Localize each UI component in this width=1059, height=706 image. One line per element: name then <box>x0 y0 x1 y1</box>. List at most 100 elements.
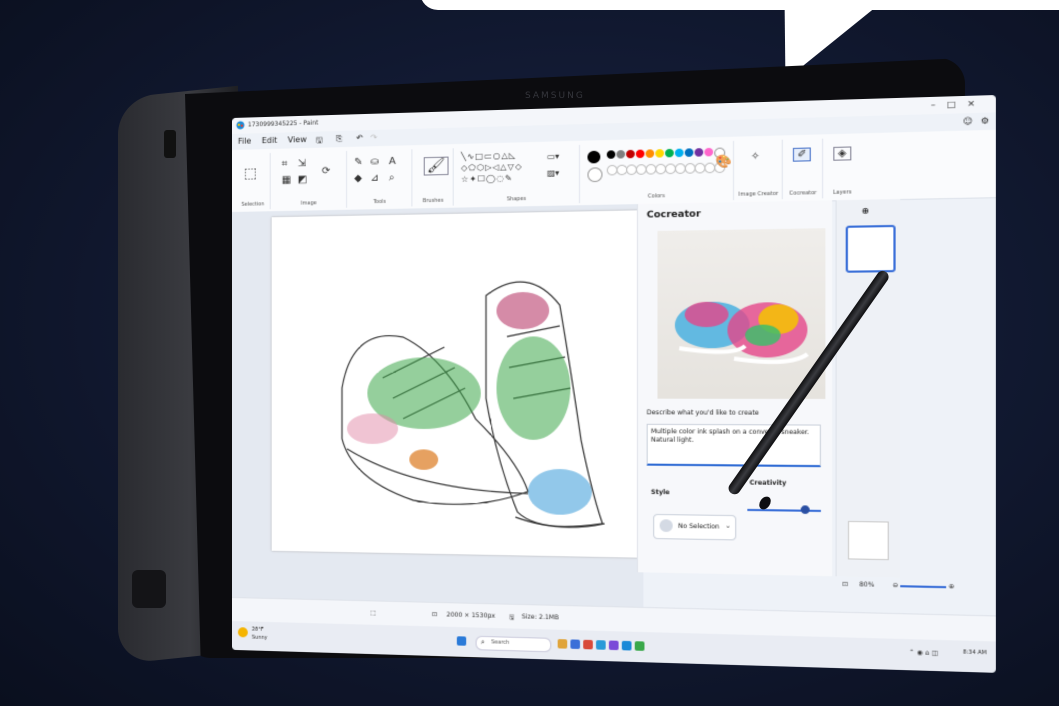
creativity-slider-track[interactable] <box>747 509 821 512</box>
system-tray-icons[interactable]: ⌃ ◉ ⌂ ◫ <box>909 649 938 657</box>
settings-icon[interactable]: ⚙ <box>981 116 989 126</box>
cocreator-icon[interactable]: ✐ <box>793 147 811 161</box>
color-swatch[interactable] <box>616 150 625 159</box>
creativity-slider-thumb[interactable] <box>801 505 810 514</box>
laptop-screen: 1730999345225 - Paint –□✕ File Edit View… <box>232 95 996 673</box>
color-swatch[interactable] <box>685 148 694 157</box>
crop-icon[interactable]: ⌗ <box>282 159 288 170</box>
color-swatch[interactable] <box>675 149 684 158</box>
taskbar-search[interactable]: ⌕ Search <box>476 636 552 653</box>
share-icon[interactable]: ⎘ <box>336 134 342 144</box>
add-layer-icon[interactable]: ⊕ <box>862 206 870 216</box>
file-size-icon: 🖫 <box>509 613 514 623</box>
ribbon-group-layers: ◈ Layers <box>824 138 860 199</box>
undo-icon[interactable]: ↶ <box>356 133 363 142</box>
fill-icon[interactable]: ⛀ <box>370 156 379 167</box>
color-swatch[interactable] <box>626 150 635 159</box>
fit-icon[interactable]: ⊡ <box>842 581 848 589</box>
color-picker-icon[interactable]: ⊿ <box>370 173 379 184</box>
menu-edit[interactable]: Edit <box>262 136 277 145</box>
generated-sneaker-image <box>657 228 825 399</box>
file-explorer-icon[interactable] <box>558 639 568 649</box>
layers-panel: ⊕ <box>836 199 901 578</box>
ribbon-label-shapes: Shapes <box>455 195 579 204</box>
image-creator-icon[interactable]: ✧ <box>751 151 760 163</box>
selection-size-icon: ⬚ <box>370 609 376 616</box>
color-swatch[interactable] <box>695 148 704 157</box>
zoom-controls: ⊡ 80% ⊖ ⊕ <box>842 581 954 591</box>
app-icon[interactable] <box>635 641 645 651</box>
eraser-icon[interactable]: ◆ <box>354 173 362 184</box>
menu-file[interactable]: File <box>238 136 251 145</box>
color-swatch[interactable] <box>665 149 674 158</box>
edit-colors-icon[interactable]: 🎨 <box>715 154 731 169</box>
style-thumb-icon <box>660 519 673 532</box>
shapes-icon[interactable]: ╲∿□▭○△◺ <box>461 151 516 162</box>
ribbon-label-tools: Tools <box>348 198 411 205</box>
chevron-down-icon: ⌄ <box>725 522 731 529</box>
menu-view[interactable]: View <box>288 135 307 145</box>
color-swatch[interactable] <box>636 150 645 159</box>
magnifier-icon[interactable]: ⌕ <box>389 172 395 183</box>
window-title: 1730999345225 - Paint <box>248 119 318 128</box>
style-dropdown[interactable]: No Selection ⌄ <box>653 514 736 541</box>
resize-icon[interactable]: ⇲ <box>298 158 306 169</box>
color-palette <box>581 141 733 145</box>
shapes-row3-icon[interactable]: ☆✦☐◯◌✎ <box>461 174 513 184</box>
color-swatch[interactable] <box>607 150 616 159</box>
paint-taskbar-icon[interactable] <box>622 641 632 651</box>
color-swatch[interactable] <box>655 149 664 158</box>
text-icon[interactable]: A <box>389 156 396 167</box>
ribbon-group-colors: 🎨 Colors <box>581 141 734 203</box>
ribbon-group-shapes: ╲∿□▭○△◺ ◇⬠⬡▷◁△▽◇ ☆✦☐◯◌✎ ▭▾ ▨▾ Shapes <box>455 145 580 206</box>
brush-icon[interactable]: 🖌 <box>424 157 449 176</box>
zoom-out-icon[interactable]: ⊖ <box>892 582 898 590</box>
color-primary[interactable] <box>587 151 600 164</box>
ribbon-group-cocreator: ✐ Cocreator <box>784 139 823 200</box>
start-icon[interactable] <box>457 636 466 645</box>
weather-temp: 28°F <box>252 627 264 633</box>
ribbon-group-image: ⌗ ⇲ ⟳ ▦ ◩ Image <box>272 151 347 209</box>
ribbon-label-colors: Colors <box>581 192 733 201</box>
shapes-row2-icon[interactable]: ◇⬠⬡▷◁△▽◇ <box>461 162 523 173</box>
shape-fill-icon[interactable]: ▨▾ <box>547 168 559 178</box>
laptop-brand: SAMSUNG <box>525 91 585 101</box>
paint-app-icon <box>236 121 245 130</box>
color-swatch[interactable] <box>704 148 713 157</box>
redo-icon[interactable]: ↷ <box>370 133 377 142</box>
account-icon[interactable]: ☺ <box>963 116 973 126</box>
layer-thumbnail[interactable] <box>846 225 896 273</box>
window-controls[interactable]: –□✕ <box>931 99 987 110</box>
weather-icon[interactable] <box>238 627 248 637</box>
prompt-input[interactable]: Multiple color ink splash on a converse … <box>647 424 821 467</box>
edge-icon[interactable] <box>570 639 580 649</box>
zoom-in-icon[interactable]: ⊕ <box>949 583 955 591</box>
background-layer-thumbnail[interactable] <box>848 521 889 560</box>
canvas-dimensions: 2000 × 1530px <box>446 611 495 619</box>
cocreator-preview-image[interactable] <box>657 228 825 399</box>
laptop-side-port <box>164 130 176 158</box>
mail-icon[interactable] <box>596 640 606 650</box>
creativity-label: Creativity <box>750 479 787 487</box>
selection-icon[interactable]: ⬚ <box>244 165 257 181</box>
ribbon-label-layers: Layers <box>824 189 860 196</box>
image-select-icon[interactable]: ◩ <box>298 174 307 185</box>
background-icon[interactable]: ▦ <box>282 175 291 186</box>
color-secondary[interactable] <box>587 167 602 182</box>
color-swatch[interactable] <box>646 149 655 158</box>
zoom-value[interactable]: 80% <box>859 581 874 589</box>
ribbon-label-selection: Selection <box>236 201 270 208</box>
ribbon-label-image: Image <box>272 200 346 208</box>
rotate-icon[interactable]: ⟳ <box>322 166 330 177</box>
zoom-slider[interactable] <box>900 585 946 588</box>
outline-icon[interactable]: ▭▾ <box>547 152 559 162</box>
clock: 8:34 AM <box>963 649 987 656</box>
ribbon-group-brushes: 🖌 Brushes <box>413 148 453 206</box>
store-icon[interactable] <box>583 640 593 650</box>
ribbon-label-cocreator: Cocreator <box>784 190 822 197</box>
teams-icon[interactable] <box>609 640 619 650</box>
layers-icon[interactable]: ◈ <box>833 146 851 160</box>
pencil-icon[interactable]: ✎ <box>354 157 363 168</box>
weather-text: Sunny <box>252 635 268 641</box>
ribbon-label-brushes: Brushes <box>413 197 452 204</box>
